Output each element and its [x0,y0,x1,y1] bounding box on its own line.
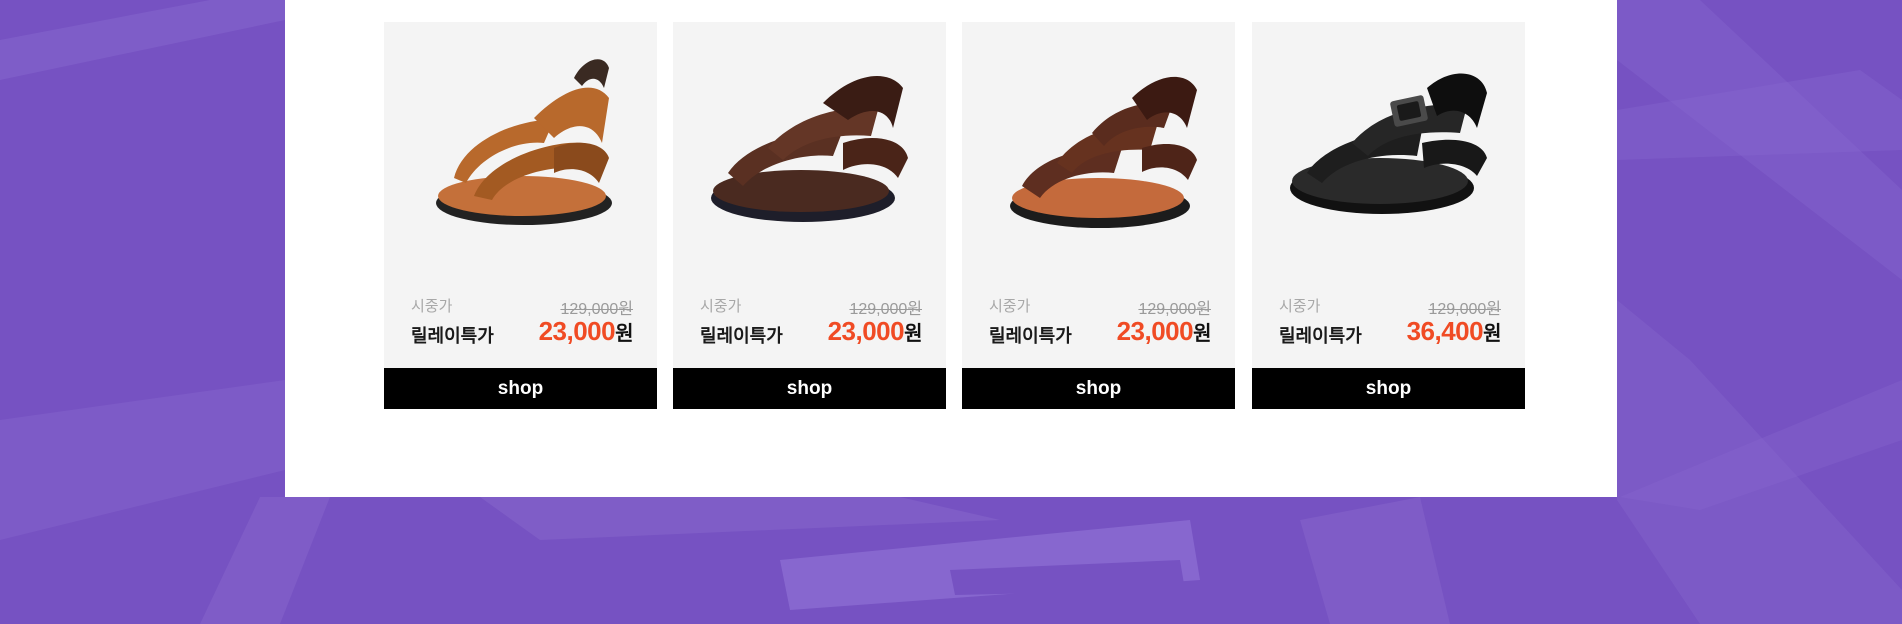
product-image-brown-sandal[interactable] [693,48,926,248]
product-card[interactable]: 시중가 129,000원 릴레이특가 23,000원 shop [384,22,657,409]
product-card-body: 시중가 129,000원 릴레이특가 23,000원 [962,22,1235,368]
currency-unit: 원 [1193,323,1211,345]
product-card[interactable]: 시중가 129,000원 릴레이특가 23,000원 shop [673,22,946,409]
product-image-black-sandal[interactable] [1272,48,1505,248]
currency-unit: 원 [615,323,633,345]
special-price-value: 23,000 [538,316,616,346]
msrp-label: 시중가 [411,298,453,315]
product-card-body: 시중가 129,000원 릴레이특가 23,000원 [384,22,657,368]
special-price: 36,400원 [1406,316,1502,347]
special-price: 23,000원 [827,316,923,347]
shop-button[interactable]: shop [673,368,946,409]
special-price: 23,000원 [538,316,634,347]
product-card-body: 시중가 129,000원 릴레이특가 23,000원 [673,22,946,368]
msrp-label: 시중가 [989,298,1031,315]
special-price: 23,000원 [1116,316,1212,347]
currency-unit: 원 [1483,323,1501,345]
product-image-tan-sandal[interactable] [404,48,637,248]
msrp-label: 시중가 [1279,298,1321,315]
product-card[interactable]: 시중가 129,000원 릴레이특가 36,400원 shop [1252,22,1525,409]
special-price-label: 릴레이특가 [411,326,494,346]
msrp-label: 시중가 [700,298,742,315]
product-card-body: 시중가 129,000원 릴레이특가 36,400원 [1252,22,1525,368]
special-price-value: 36,400 [1406,316,1484,346]
shop-button[interactable]: shop [962,368,1235,409]
currency-unit: 원 [904,323,922,345]
shop-button[interactable]: shop [1252,368,1525,409]
special-price-label: 릴레이특가 [700,326,783,346]
product-card[interactable]: 시중가 129,000원 릴레이특가 23,000원 shop [962,22,1235,409]
shop-button[interactable]: shop [384,368,657,409]
special-price-value: 23,000 [827,316,905,346]
special-price-label: 릴레이특가 [1279,326,1362,346]
special-price-label: 릴레이특가 [989,326,1072,346]
special-price-value: 23,000 [1116,316,1194,346]
product-image-brown-orange-sandal[interactable] [982,48,1215,248]
content-panel: 시중가 129,000원 릴레이특가 23,000원 shop 시중가 129,… [285,0,1617,497]
